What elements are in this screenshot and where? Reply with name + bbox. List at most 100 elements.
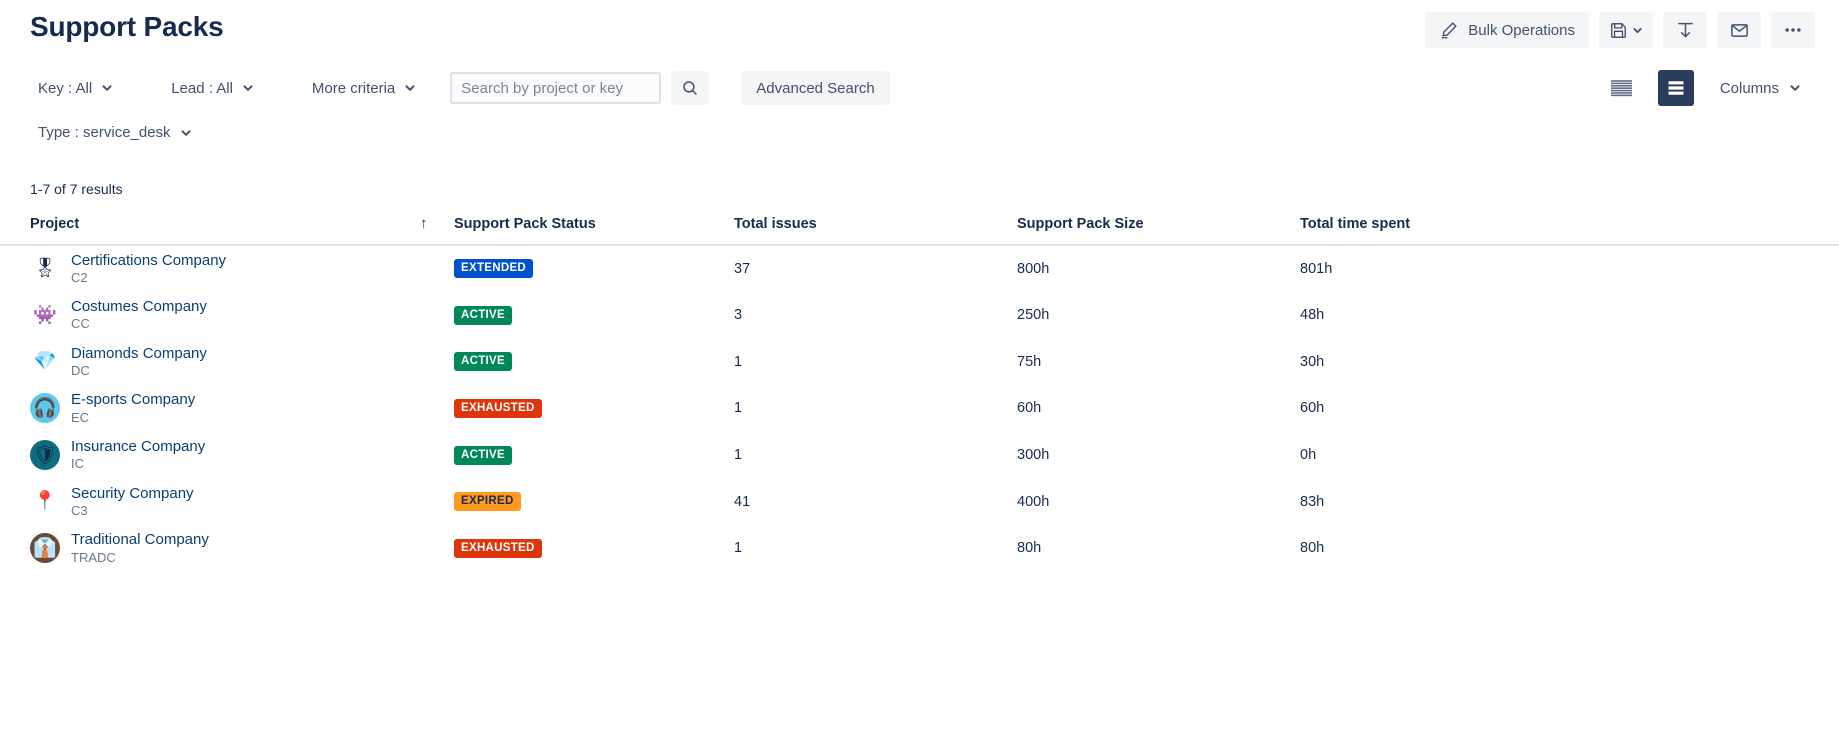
cell-status: EXHAUSTED <box>454 385 734 432</box>
time-value: 801h <box>1300 260 1333 277</box>
view-toggle-compact[interactable] <box>1604 70 1640 106</box>
columns-dropdown[interactable]: Columns <box>1712 74 1809 103</box>
cell-status: ACTIVE <box>454 338 734 385</box>
save-icon <box>1609 21 1628 40</box>
cell-issues: 1 <box>734 432 1017 479</box>
filter-type[interactable]: Type : service_desk <box>30 118 200 147</box>
cell-size: 400h <box>1017 478 1300 525</box>
envelope-icon <box>1729 20 1750 41</box>
filter-more-criteria[interactable]: More criteria <box>304 74 424 103</box>
column-header-total-time-spent[interactable]: Total time spent <box>1300 215 1839 245</box>
project-name-link[interactable]: Certifications Company <box>71 252 226 269</box>
page-title: Support Packs <box>30 11 224 42</box>
filter-bar: Key : All Lead : All More criteria Searc… <box>0 56 1839 147</box>
cell-time: 83h <box>1300 478 1839 525</box>
project-name-link[interactable]: Traditional Company <box>71 531 209 548</box>
projects-table-container: Project ↑ Support Pack Status Total issu… <box>0 215 1839 572</box>
column-header-project[interactable]: Project <box>0 215 420 245</box>
project-key: C3 <box>71 502 88 518</box>
search-area <box>450 71 710 105</box>
download-icon <box>1675 20 1696 41</box>
compact-list-icon <box>1611 79 1633 96</box>
table-row[interactable]: 🎖 Certifications Company C2 EXTENDED 37 800h 8… <box>0 245 1839 292</box>
cell-size: 800h <box>1017 245 1300 292</box>
status-badge: ACTIVE <box>454 352 512 372</box>
column-header-support-pack-size[interactable]: Support Pack Size <box>1017 215 1300 245</box>
column-header-total-issues[interactable]: Total issues <box>734 215 1017 245</box>
filter-key[interactable]: Key : All <box>30 74 121 103</box>
column-sort-indicator[interactable]: ↑ <box>420 215 454 245</box>
table-header-row: Project ↑ Support Pack Status Total issu… <box>0 215 1839 245</box>
cell-size: 80h <box>1017 525 1300 572</box>
cell-project: 💎 Diamonds Company DC <box>0 338 454 385</box>
sort-ascending-icon: ↑ <box>420 215 428 232</box>
cell-time: 60h <box>1300 385 1839 432</box>
header-actions: Bulk Operations <box>1425 8 1815 48</box>
projects-table: Project ↑ Support Pack Status Total issu… <box>0 215 1839 572</box>
time-value: 30h <box>1300 353 1325 370</box>
cell-project: 🎖 Certifications Company C2 <box>0 245 454 292</box>
table-row[interactable]: 🎧 E-sports Company EC EXHAUSTED 1 60h 60h <box>0 385 1839 432</box>
search-button[interactable] <box>671 71 710 105</box>
view-toggle-detail[interactable] <box>1657 70 1694 106</box>
business-suit-icon: 👔 <box>30 533 60 564</box>
project-cell: 🛡 Insurance Company IC <box>0 438 454 472</box>
issues-value: 41 <box>734 493 751 510</box>
size-value: 75h <box>1017 353 1042 370</box>
cell-issues: 41 <box>734 478 1017 525</box>
table-row[interactable]: 👾 Costumes Company CC ACTIVE 3 250h 48h <box>0 292 1839 339</box>
table-row[interactable]: 💎 Diamonds Company DC ACTIVE 1 75h 30h <box>0 338 1839 385</box>
cell-status: ACTIVE <box>454 432 734 479</box>
table-row[interactable]: 📍 Security Company C3 EXPIRED 41 400h 83h <box>0 478 1839 525</box>
column-header-status[interactable]: Support Pack Status <box>454 215 734 245</box>
table-row[interactable]: 👔 Traditional Company TRADC EXHAUSTED 1 80h 80… <box>0 525 1839 572</box>
issues-value: 1 <box>734 447 743 464</box>
size-value: 60h <box>1017 400 1042 417</box>
status-badge: ACTIVE <box>454 305 512 325</box>
cell-project: 🛡 Insurance Company IC <box>0 432 454 479</box>
pencil-icon <box>1439 20 1459 40</box>
chevron-down-icon <box>1789 82 1801 94</box>
bulk-operations-button[interactable]: Bulk Operations <box>1425 12 1589 48</box>
search-icon <box>681 79 699 97</box>
project-text: Insurance Company IC <box>71 438 205 472</box>
project-key: TRADC <box>71 549 116 565</box>
email-button[interactable] <box>1717 12 1761 48</box>
project-name-link[interactable]: Security Company <box>71 485 194 502</box>
project-key: EC <box>71 409 90 425</box>
status-badge: EXPIRED <box>454 492 521 512</box>
cell-size: 300h <box>1017 432 1300 479</box>
shield-icon: 🛡 <box>30 440 60 471</box>
table-row[interactable]: 🛡 Insurance Company IC ACTIVE 1 300h 0h <box>0 432 1839 479</box>
chevron-down-icon <box>180 127 192 139</box>
project-name-link[interactable]: Insurance Company <box>71 438 205 455</box>
status-badge: EXHAUSTED <box>454 538 542 558</box>
search-input[interactable] <box>450 72 662 104</box>
detail-list-icon <box>1668 81 1684 95</box>
project-key: IC <box>71 456 84 472</box>
cell-status: EXPIRED <box>454 478 734 525</box>
project-cell: 🎖 Certifications Company C2 <box>0 252 454 286</box>
project-name-link[interactable]: Diamonds Company <box>71 345 207 362</box>
table-body: 🎖 Certifications Company C2 EXTENDED 37 800h 8… <box>0 245 1839 572</box>
filter-lead[interactable]: Lead : All <box>163 74 262 103</box>
issues-value: 37 <box>734 260 751 277</box>
project-key: CC <box>71 316 90 332</box>
filter-row-secondary: Type : service_desk <box>30 118 1815 147</box>
cell-size: 60h <box>1017 385 1300 432</box>
project-name-link[interactable]: Costumes Company <box>71 298 207 315</box>
save-filter-button[interactable] <box>1599 12 1653 48</box>
project-name-link[interactable]: E-sports Company <box>71 391 195 408</box>
size-value: 400h <box>1017 493 1050 510</box>
more-horizontal-icon <box>1782 19 1804 41</box>
project-cell: 🎧 E-sports Company EC <box>0 391 454 425</box>
more-actions-button[interactable] <box>1771 12 1815 48</box>
advanced-search-button[interactable]: Advanced Search <box>741 71 890 105</box>
import-button[interactable] <box>1663 12 1707 48</box>
filter-lead-label: Lead : All <box>171 79 233 97</box>
diamond-icon: 💎 <box>30 346 60 377</box>
size-value: 300h <box>1017 447 1050 464</box>
cell-time: 30h <box>1300 338 1839 385</box>
size-value: 80h <box>1017 540 1042 557</box>
size-value: 250h <box>1017 307 1050 324</box>
